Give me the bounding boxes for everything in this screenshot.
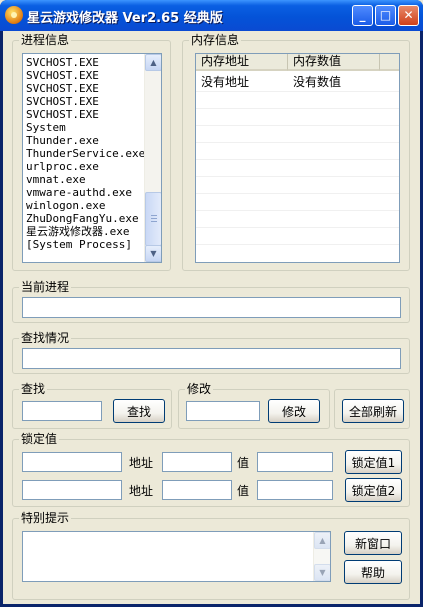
notice-scroll-down-icon[interactable]: ▼ xyxy=(314,564,330,581)
lock2-name-input[interactable] xyxy=(22,480,122,500)
memory-info-label: 内存信息 xyxy=(189,33,242,47)
process-list-item[interactable]: winlogon.exe xyxy=(26,199,105,212)
process-list-item[interactable]: SVCHOST.EXE xyxy=(26,69,99,82)
column-header-filler xyxy=(380,54,399,71)
memory-gridline xyxy=(196,91,399,92)
process-list-item[interactable]: urlproc.exe xyxy=(26,160,99,173)
modify-button[interactable]: 修改 xyxy=(268,399,320,423)
process-list-item[interactable]: 星云游戏修改器.exe xyxy=(26,225,130,238)
scroll-thumb[interactable] xyxy=(145,192,161,246)
column-header-address[interactable]: 内存地址 xyxy=(196,54,288,71)
lock1-name-input[interactable] xyxy=(22,452,122,472)
current-process-field[interactable] xyxy=(22,297,401,318)
lock2-address-input[interactable] xyxy=(162,480,232,500)
modify-label: 修改 xyxy=(185,382,214,396)
memory-gridline xyxy=(196,210,399,211)
new-window-button[interactable]: 新窗口 xyxy=(344,531,402,555)
search-label: 查找 xyxy=(19,382,48,396)
process-list-item[interactable]: SVCHOST.EXE xyxy=(26,56,99,69)
help-button[interactable]: 帮助 xyxy=(344,560,402,584)
lock1-value-label: 值 xyxy=(237,456,250,470)
special-notice-textarea[interactable]: ▲ ▼ xyxy=(22,531,331,582)
memory-gridline xyxy=(196,176,399,177)
process-list-item[interactable]: [System Process] xyxy=(26,238,132,251)
process-list-item[interactable]: ZhuDongFangYu.exe xyxy=(26,212,139,225)
process-list-item[interactable]: Thunder.exe xyxy=(26,134,99,147)
lock-value-1-button[interactable]: 锁定值1 xyxy=(345,450,402,474)
lock2-value-label: 值 xyxy=(237,484,250,498)
memory-gridline xyxy=(196,193,399,194)
search-status-label: 查找情况 xyxy=(19,331,72,345)
modify-group: 修改 修改 xyxy=(178,382,330,429)
notice-scrollbar[interactable]: ▲ ▼ xyxy=(313,532,330,581)
search-button[interactable]: 查找 xyxy=(113,399,165,423)
search-status-group: 查找情况 xyxy=(12,331,410,374)
app-icon[interactable] xyxy=(5,6,23,24)
process-info-group: 进程信息 SVCHOST.EXE SVCHOST.EXE SVCHOST.EXE SV… xyxy=(12,33,171,271)
maximize-button[interactable]: □ xyxy=(375,5,396,26)
lock1-address-input[interactable] xyxy=(162,452,232,472)
refresh-group: 全部刷新 xyxy=(334,389,410,429)
current-process-label: 当前进程 xyxy=(19,280,72,294)
search-group: 查找 查找 xyxy=(12,382,172,429)
search-input[interactable] xyxy=(22,401,102,421)
search-status-field[interactable] xyxy=(22,348,401,369)
notice-scroll-up-icon[interactable]: ▲ xyxy=(314,532,330,549)
process-list[interactable]: SVCHOST.EXE SVCHOST.EXE SVCHOST.EXE SVCHOST… xyxy=(22,53,162,263)
memory-gridline xyxy=(196,227,399,228)
modify-input[interactable] xyxy=(186,401,260,421)
special-notice-label: 特别提示 xyxy=(19,511,72,525)
special-notice-group: 特别提示 ▲ ▼ 新窗口 帮助 xyxy=(12,511,410,600)
process-list-item[interactable]: System xyxy=(26,121,66,134)
process-info-label: 进程信息 xyxy=(19,33,72,47)
process-list-item[interactable]: vmnat.exe xyxy=(26,173,86,186)
lock2-value-input[interactable] xyxy=(257,480,333,500)
process-list-item[interactable]: ThunderService.exe xyxy=(26,147,145,160)
window-title: 星云游戏修改器 Ver2.65 经典版 xyxy=(27,11,223,26)
lock1-address-label: 地址 xyxy=(129,456,154,470)
scroll-down-arrow-icon[interactable]: ▼ xyxy=(145,245,161,262)
memory-row-address[interactable]: 没有地址 xyxy=(201,75,249,89)
process-list-item[interactable]: vmware-authd.exe xyxy=(26,186,132,199)
lock1-value-input[interactable] xyxy=(257,452,333,472)
lock-value-2-button[interactable]: 锁定值2 xyxy=(345,478,402,502)
memory-list[interactable]: 内存地址 内存数值 没有地址 没有数值 xyxy=(195,53,400,263)
main-window: 星云游戏修改器 Ver2.65 经典版 _ □ ✕ 进程信息 SVCHOST.E… xyxy=(0,0,423,607)
memory-gridline xyxy=(196,244,399,245)
memory-gridline xyxy=(196,142,399,143)
process-list-scrollbar[interactable]: ▲ ▼ xyxy=(144,54,161,262)
refresh-all-button[interactable]: 全部刷新 xyxy=(342,399,404,423)
window-client-area: 进程信息 SVCHOST.EXE SVCHOST.EXE SVCHOST.EXE SV… xyxy=(3,31,420,604)
memory-gridline xyxy=(196,108,399,109)
lock-value-label: 锁定值 xyxy=(19,432,60,446)
process-list-item[interactable]: SVCHOST.EXE xyxy=(26,108,99,121)
lock-value-group: 锁定值 地址 值 锁定值1 地址 值 锁定值2 xyxy=(12,432,410,507)
column-header-value[interactable]: 内存数值 xyxy=(288,54,380,71)
current-process-group: 当前进程 xyxy=(12,280,410,323)
process-list-item[interactable]: SVCHOST.EXE xyxy=(26,95,99,108)
process-list-item[interactable]: SVCHOST.EXE xyxy=(26,82,99,95)
memory-info-group: 内存信息 内存地址 内存数值 没有地址 没有数值 xyxy=(182,33,410,271)
minimize-button[interactable]: _ xyxy=(352,5,373,26)
memory-row-value[interactable]: 没有数值 xyxy=(293,75,341,89)
memory-gridline xyxy=(196,159,399,160)
title-bar[interactable]: 星云游戏修改器 Ver2.65 经典版 _ □ ✕ xyxy=(0,0,423,31)
lock2-address-label: 地址 xyxy=(129,484,154,498)
close-button[interactable]: ✕ xyxy=(398,5,419,26)
scroll-up-arrow-icon[interactable]: ▲ xyxy=(145,54,161,71)
memory-gridline xyxy=(196,125,399,126)
